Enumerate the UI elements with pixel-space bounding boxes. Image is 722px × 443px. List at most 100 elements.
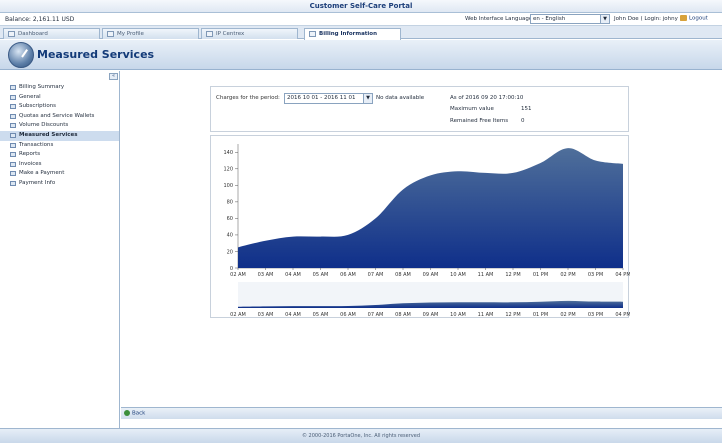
reports-icon: [10, 152, 16, 158]
x-tick-label: 03 AM: [258, 272, 274, 278]
period-select-value: 2016 10 01 - 2016 11 01: [287, 95, 356, 101]
sidebar-item-volume-discounts[interactable]: Volume Discounts: [0, 121, 119, 131]
remaining-items-label: Remained Free Items: [450, 118, 509, 124]
navigator-tick-label: 03 PM: [588, 312, 603, 318]
tab-label: Dashboard: [18, 31, 48, 37]
sidebar-item-label: Transactions: [19, 141, 54, 148]
navigator-tick-label: 03 AM: [258, 312, 274, 318]
sidebar-item-quotas[interactable]: Quotas and Service Wallets: [0, 112, 119, 122]
sidebar: « Billing Summary General Subscriptions …: [0, 71, 120, 428]
general-icon: [10, 94, 16, 100]
card-icon: [10, 180, 16, 186]
billing-icon: [309, 31, 316, 37]
y-tick-label: 0: [230, 266, 233, 272]
navigator-tick-label: 01 PM: [533, 312, 548, 318]
y-tick-label: 140: [223, 150, 233, 156]
dashboard-icon: [8, 31, 15, 37]
navigator-tick-label: 10 AM: [450, 312, 466, 318]
sidebar-item-reports[interactable]: Reports: [0, 150, 119, 160]
logout-label: Logout: [689, 15, 708, 22]
sidebar-item-label: Billing Summary: [19, 84, 65, 90]
y-tick-label: 20: [227, 249, 233, 255]
navigator-tick-label: 06 AM: [340, 312, 356, 318]
y-tick-label: 100: [223, 183, 233, 189]
y-tick-label: 120: [223, 167, 233, 173]
y-tick-label: 60: [227, 216, 233, 222]
gauge-icon: [8, 42, 34, 68]
max-value: 151: [521, 106, 532, 112]
period-label: Charges for the period:: [216, 95, 280, 101]
period-select[interactable]: 2016 10 01 - 2016 11 01 ▼: [284, 93, 373, 104]
y-tick-label: 80: [227, 200, 233, 206]
transactions-icon: [10, 142, 16, 148]
invoice-icon: [10, 161, 16, 167]
x-tick-label: 02 AM: [230, 272, 246, 278]
language-select[interactable]: en - English ▼: [530, 14, 610, 24]
sidebar-item-subscriptions[interactable]: Subscriptions: [0, 102, 119, 112]
x-tick-label: 04 PM: [615, 272, 630, 278]
back-button[interactable]: Back: [124, 410, 145, 417]
navigator-tick-label: 02 PM: [560, 312, 575, 318]
tab-label: IP Centrex: [216, 31, 245, 37]
gauge-icon: [10, 132, 16, 138]
usage-chart: 0 20 40 60 80 100 120 140 02 AM 03 AM 04 AM 05 AM 06…: [223, 144, 630, 318]
max-value-label: Maximum value: [450, 106, 494, 112]
sidebar-item-payment-info[interactable]: Payment Info: [0, 179, 119, 189]
back-arrow-icon: [124, 410, 130, 416]
navigator-tick-label: 04 AM: [285, 312, 301, 318]
sidebar-item-make-payment[interactable]: Make a Payment: [0, 169, 119, 179]
x-tick-label: 11 AM: [478, 272, 494, 278]
as-of-text: As of 2016 09 20 17:00:10: [450, 95, 524, 101]
sidebar-item-label: Volume Discounts: [19, 122, 69, 129]
tab-bar: Dashboard My Profile IP Centrex Billing …: [0, 26, 722, 40]
tab-my-profile[interactable]: My Profile: [102, 28, 199, 39]
period-panel: Charges for the period: 2016 10 01 - 201…: [210, 86, 629, 132]
sidebar-item-label: Payment Info: [19, 179, 56, 186]
back-label: Back: [132, 410, 146, 417]
tab-ip-centrex[interactable]: IP Centrex: [201, 28, 298, 39]
navigator-tick-label: 04 PM: [615, 312, 630, 318]
tab-dashboard[interactable]: Dashboard: [3, 28, 100, 39]
sidebar-item-label: Subscriptions: [19, 103, 57, 110]
sidebar-menu: Billing Summary General Subscriptions Qu…: [0, 83, 119, 189]
x-tick-label: 02 PM: [560, 272, 575, 278]
usage-area: [238, 148, 623, 268]
language-select-value: en - English: [533, 16, 566, 22]
sidebar-item-label: General: [19, 93, 41, 100]
sidebar-item-measured-services[interactable]: Measured Services: [0, 130, 119, 141]
chevron-down-icon[interactable]: ▼: [600, 15, 609, 23]
payment-icon: [10, 171, 16, 177]
page-title: Measured Services: [37, 48, 155, 61]
y-tick-label: 40: [227, 233, 233, 239]
window-title: Customer Self-Care Portal: [0, 0, 722, 13]
navigator-tick-label: 07 AM: [368, 312, 384, 318]
subscriptions-icon: [10, 104, 16, 110]
x-tick-label: 12 PM: [505, 272, 520, 278]
tab-billing-information[interactable]: Billing Information: [304, 28, 401, 40]
user-label: John Doe ( Login: johny ): [614, 16, 682, 22]
x-tick-label: 10 AM: [450, 272, 466, 278]
logout-link[interactable]: Logout: [680, 15, 708, 22]
sidebar-item-label: Make a Payment: [19, 170, 65, 177]
language-label: Web Interface Language: [465, 16, 533, 22]
x-tick-label: 07 AM: [368, 272, 384, 278]
chevron-down-icon[interactable]: ▼: [363, 94, 372, 103]
wallet-icon: [10, 113, 16, 119]
x-tick-label: 09 AM: [423, 272, 439, 278]
collapse-sidebar-button[interactable]: «: [109, 73, 118, 80]
no-data-text: No data available: [376, 95, 425, 101]
navigator-tick-label: 09 AM: [423, 312, 439, 318]
sidebar-item-general[interactable]: General: [0, 93, 119, 103]
x-tick-label: 04 AM: [285, 272, 301, 278]
x-tick-label: 06 AM: [340, 272, 356, 278]
remaining-items-value: 0: [521, 118, 525, 124]
sidebar-item-transactions[interactable]: Transactions: [0, 141, 119, 151]
page-header: Measured Services: [0, 40, 722, 70]
navigator-tick-label: 12 PM: [505, 312, 520, 318]
sidebar-item-billing-summary[interactable]: Billing Summary: [0, 83, 119, 93]
discount-icon: [10, 123, 16, 129]
sidebar-item-label: Quotas and Service Wallets: [19, 112, 95, 119]
navigator-tick-label: 08 AM: [395, 312, 411, 318]
sidebar-item-invoices[interactable]: Invoices: [0, 160, 119, 170]
sidebar-item-label: Invoices: [19, 160, 42, 167]
